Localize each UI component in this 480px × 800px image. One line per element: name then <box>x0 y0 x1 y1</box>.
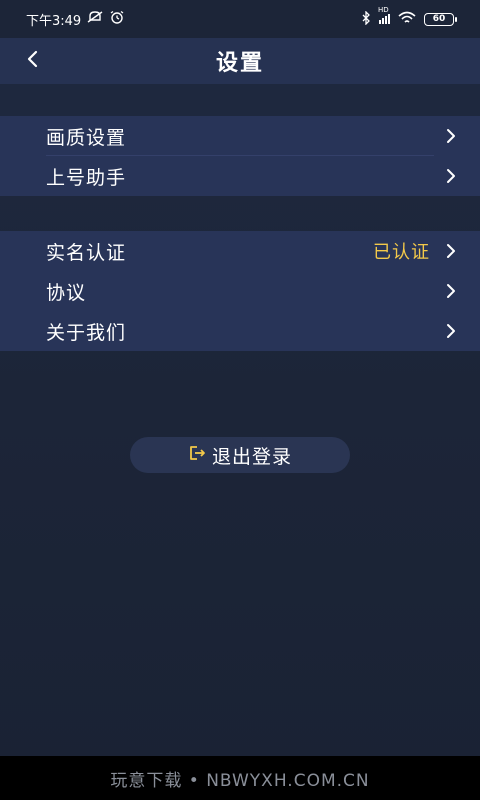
status-right: HD 60 <box>361 6 457 28</box>
row-label: 上号助手 <box>46 166 127 189</box>
verified-status: 已认证 <box>373 242 430 263</box>
row-login-helper[interactable]: 上号助手 <box>0 156 480 196</box>
status-left: 下午3:49 <box>26 10 125 29</box>
network-label: HD <box>378 6 389 14</box>
row-label: 关于我们 <box>46 321 127 344</box>
watermark-text: 玩意下载 • NBWYXH.COM.CN <box>110 770 370 791</box>
row-about-us[interactable]: 关于我们 <box>0 311 480 351</box>
chevron-right-icon <box>444 322 458 340</box>
chevron-right-icon <box>444 127 458 145</box>
page-title: 设置 <box>215 51 264 76</box>
settings-group-1: 画质设置 上号助手 <box>0 116 480 196</box>
logout-icon <box>188 444 206 466</box>
footer: 玩意下载 • NBWYXH.COM.CN <box>0 756 480 800</box>
chevron-right-icon <box>444 167 458 185</box>
chevron-right-icon <box>444 242 458 260</box>
battery-icon: 60 <box>424 12 457 26</box>
row-label: 实名认证 <box>46 241 127 264</box>
logout-button[interactable]: 退出登录 <box>130 437 350 473</box>
chevron-right-icon <box>444 282 458 300</box>
alarm-icon <box>109 10 125 28</box>
row-agreement[interactable]: 协议 <box>0 271 480 311</box>
bluetooth-icon <box>361 9 371 28</box>
row-label: 协议 <box>46 281 87 304</box>
settings-page: 下午3:49 HD 60 设置 画质设置 上号助手 实名认证 已认证 协议 关于… <box>0 0 480 800</box>
logout-label: 退出登录 <box>211 445 292 468</box>
cellular-signal-icon: HD <box>378 6 390 24</box>
row-label: 画质设置 <box>46 126 127 149</box>
row-real-name-verification[interactable]: 实名认证 已认证 <box>0 231 480 271</box>
chevron-left-icon <box>26 50 38 72</box>
status-time: 下午3:49 <box>26 13 82 29</box>
back-button[interactable] <box>20 46 44 76</box>
header: 设置 <box>0 38 480 84</box>
settings-group-2: 实名认证 已认证 协议 关于我们 <box>0 231 480 351</box>
wifi-icon <box>398 11 416 28</box>
mute-icon <box>87 10 103 28</box>
row-picture-quality[interactable]: 画质设置 <box>0 116 480 156</box>
status-bar: 下午3:49 HD 60 <box>0 0 480 38</box>
battery-level: 60 <box>432 14 446 24</box>
